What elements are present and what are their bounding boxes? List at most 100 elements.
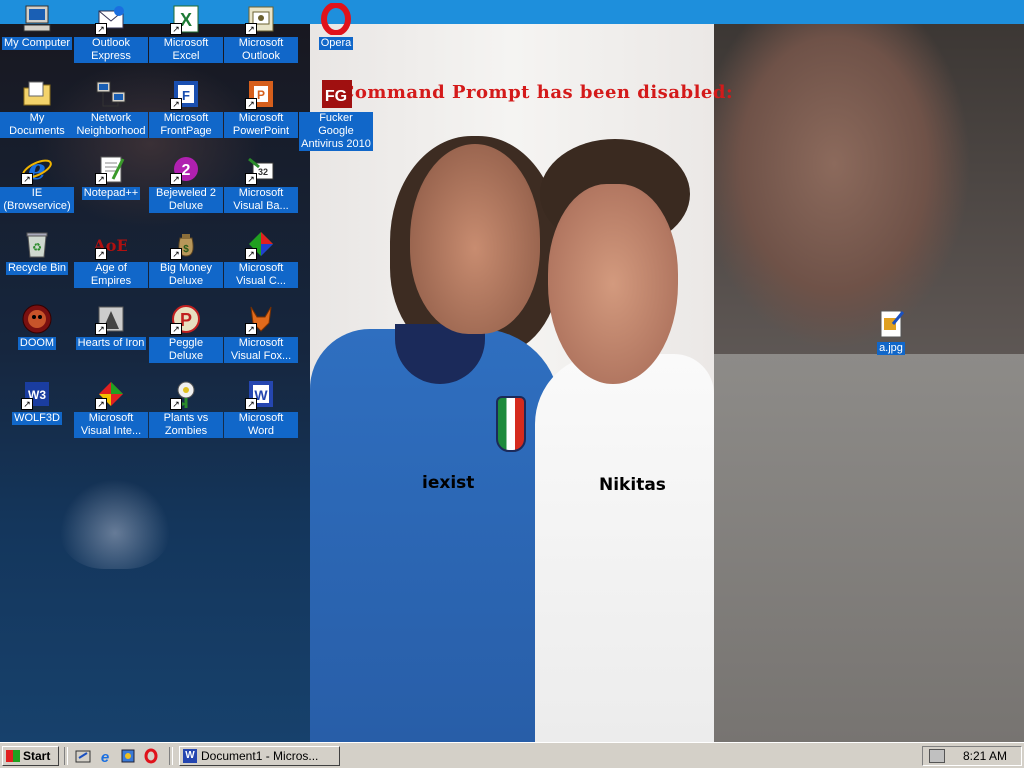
person-right-name: Nikitas: [599, 475, 666, 495]
desktop-icon-label: Microsoft Excel: [149, 37, 223, 63]
desktop-icon-visual-basic[interactable]: 32 ↗ Microsoft Visual Ba...: [224, 153, 298, 213]
taskbar-button-document1[interactable]: W Document1 - Micros...: [179, 746, 340, 766]
start-button[interactable]: Start: [2, 746, 59, 766]
desktop-icon-label: Microsoft Outlook: [224, 37, 298, 63]
desktop-icon-visual-foxpro[interactable]: ↗ Microsoft Visual Fox...: [224, 303, 298, 363]
desktop-icon-label: a.jpg: [877, 342, 905, 355]
desktop-icon-label: Microsoft PowerPoint: [224, 112, 298, 138]
desktop-icon-label: Network Neighborhood: [74, 112, 148, 138]
clock[interactable]: 8:21 AM: [963, 749, 1007, 763]
desktop-icon-powerpoint[interactable]: P ↗ Microsoft PowerPoint: [224, 78, 298, 138]
desktop-icon-wolf3d[interactable]: W3 ↗ WOLF3D: [0, 378, 74, 425]
wallpaper-right-panel: [714, 24, 1024, 742]
desktop-icon-recycle-bin[interactable]: ♻ Recycle Bin: [0, 228, 74, 275]
desktop-icon-label: Outlook Express: [74, 37, 148, 63]
notepad-plus-plus-icon: ↗: [95, 153, 127, 185]
desktop-icon-outlook-express[interactable]: ↗ Outlook Express: [74, 3, 148, 63]
desktop-icon-label: My Documents: [0, 112, 74, 138]
outlook-icon: ↗: [245, 3, 277, 35]
internet-explorer-icon[interactable]: e: [97, 748, 113, 766]
hearts-of-iron-icon: ↗: [95, 303, 127, 335]
desktop-icon-label: Microsoft FrontPage: [149, 112, 223, 138]
desktop-icon-label: Recycle Bin: [5, 262, 69, 275]
opera-icon[interactable]: [143, 748, 159, 764]
big-money-icon: $ ↗: [170, 228, 202, 260]
windows-logo-icon: [6, 750, 20, 762]
opera-icon: [320, 3, 352, 35]
svg-text:♻: ♻: [32, 242, 42, 254]
desktop-icon-plants-vs-zombies[interactable]: ↗ Plants vs Zombies: [149, 378, 223, 438]
desktop-icon-label: Plants vs Zombies: [149, 412, 223, 438]
peggle-icon: P ↗: [170, 303, 202, 335]
desktop-icon-network-neighborhood[interactable]: Network Neighborhood: [74, 78, 148, 138]
visual-c-icon: ↗: [245, 228, 277, 260]
desktop-icon-word[interactable]: W ↗ Microsoft Word: [224, 378, 298, 438]
person-right-shirt: [535, 354, 714, 742]
desktop-icon-label: Bejeweled 2 Deluxe: [149, 187, 223, 213]
tray-scheduler-icon[interactable]: [929, 749, 945, 763]
desktop-icon-notepad-plus-plus[interactable]: ↗ Notepad++: [74, 153, 148, 200]
desktop-icon-label: Microsoft Visual Fox...: [224, 337, 298, 363]
my-computer-icon: [21, 3, 53, 35]
command-prompt-disabled-warning: Command Prompt has been disabled:: [340, 82, 734, 103]
desktop-icon-visual-interdev[interactable]: ↗ Microsoft Visual Inte...: [74, 378, 148, 438]
visual-interdev-icon: ↗: [95, 378, 127, 410]
svg-text:e: e: [101, 749, 109, 764]
desktop-icon-label: Notepad++: [81, 187, 141, 200]
taskbar-button-label: Document1 - Micros...: [201, 749, 319, 763]
desktop-icon-label: WOLF3D: [12, 412, 62, 425]
desktop-icon-label: Hearts of Iron: [75, 337, 147, 350]
desktop-icon-label: Microsoft Visual Inte...: [74, 412, 148, 438]
network-neighborhood-icon: [95, 78, 127, 110]
person-left-name: iexist: [422, 473, 475, 493]
svg-text:2: 2: [182, 162, 191, 179]
wallpaper-shirt-logo: [60, 479, 170, 569]
desktop-icon-excel[interactable]: X ↗ Microsoft Excel: [149, 3, 223, 63]
svg-text:P: P: [257, 88, 265, 102]
desktop-icon-opera[interactable]: Opera: [299, 3, 373, 50]
desktop-icon-visual-c[interactable]: ↗ Microsoft Visual C...: [224, 228, 298, 288]
desktop-icon-age-of-empires[interactable]: AoE ↗ Age of Empires: [74, 228, 148, 288]
powerpoint-icon: P ↗: [245, 78, 277, 110]
system-tray: 8:21 AM: [922, 746, 1022, 766]
desktop-icon-bejeweled[interactable]: 2 ↗ Bejeweled 2 Deluxe: [149, 153, 223, 213]
internet-explorer-icon: e ↗: [21, 153, 53, 185]
plants-vs-zombies-icon: ↗: [170, 378, 202, 410]
outlook-express-icon: ↗: [95, 3, 127, 35]
desktop-icon-label: Big Money Deluxe: [149, 262, 223, 288]
desktop-icon-ie[interactable]: e ↗ IE (Browservice): [0, 153, 74, 213]
taskbar-separator: [64, 747, 68, 765]
taskbar: Start e W Document1 - Micros... 8:21 AM: [0, 742, 1024, 768]
wolf3d-icon: W3 ↗: [21, 378, 53, 410]
desktop-icon-antivirus[interactable]: FG Fucker Google Antivirus 2010: [299, 78, 373, 151]
bejeweled-icon: 2 ↗: [170, 153, 202, 185]
italy-crest: [496, 396, 526, 452]
frontpage-icon: F ↗: [170, 78, 202, 110]
word-icon: W ↗: [245, 378, 277, 410]
desktop-icon-a-jpg[interactable]: a.jpg: [854, 308, 928, 355]
desktop-icon-label: Opera: [318, 37, 354, 50]
desktop-icon-label: DOOM: [17, 337, 57, 350]
desktop-icon-big-money[interactable]: $ ↗ Big Money Deluxe: [149, 228, 223, 288]
desktop-icon-my-computer[interactable]: My Computer: [0, 3, 74, 50]
antivirus-icon: FG: [320, 78, 352, 110]
channels-icon[interactable]: [120, 748, 136, 764]
svg-text:FG: FG: [325, 88, 347, 105]
desktop-icon-hearts-of-iron[interactable]: ↗ Hearts of Iron: [74, 303, 148, 350]
desktop-icon-peggle[interactable]: P ↗ Peggle Deluxe: [149, 303, 223, 363]
show-desktop-icon[interactable]: [75, 748, 91, 764]
desktop-icon-label: My Computer: [1, 37, 73, 50]
desktop-icon-label: Fucker Google Antivirus 2010: [299, 112, 373, 151]
desktop-icon-outlook[interactable]: ↗ Microsoft Outlook: [224, 3, 298, 63]
desktop-icon-doom[interactable]: DOOM: [0, 303, 74, 350]
word-icon: W: [183, 749, 197, 763]
desktop-icon-label: IE (Browservice): [0, 187, 74, 213]
desktop-icon-label: Microsoft Visual Ba...: [224, 187, 298, 213]
person-left-shirt: [310, 329, 560, 742]
visual-foxpro-icon: ↗: [245, 303, 277, 335]
start-label: Start: [23, 749, 51, 763]
svg-text:F: F: [182, 88, 190, 103]
wallpaper-right-shirt: [714, 354, 1024, 742]
desktop-icon-my-documents[interactable]: My Documents: [0, 78, 74, 138]
desktop-icon-frontpage[interactable]: F ↗ Microsoft FrontPage: [149, 78, 223, 138]
